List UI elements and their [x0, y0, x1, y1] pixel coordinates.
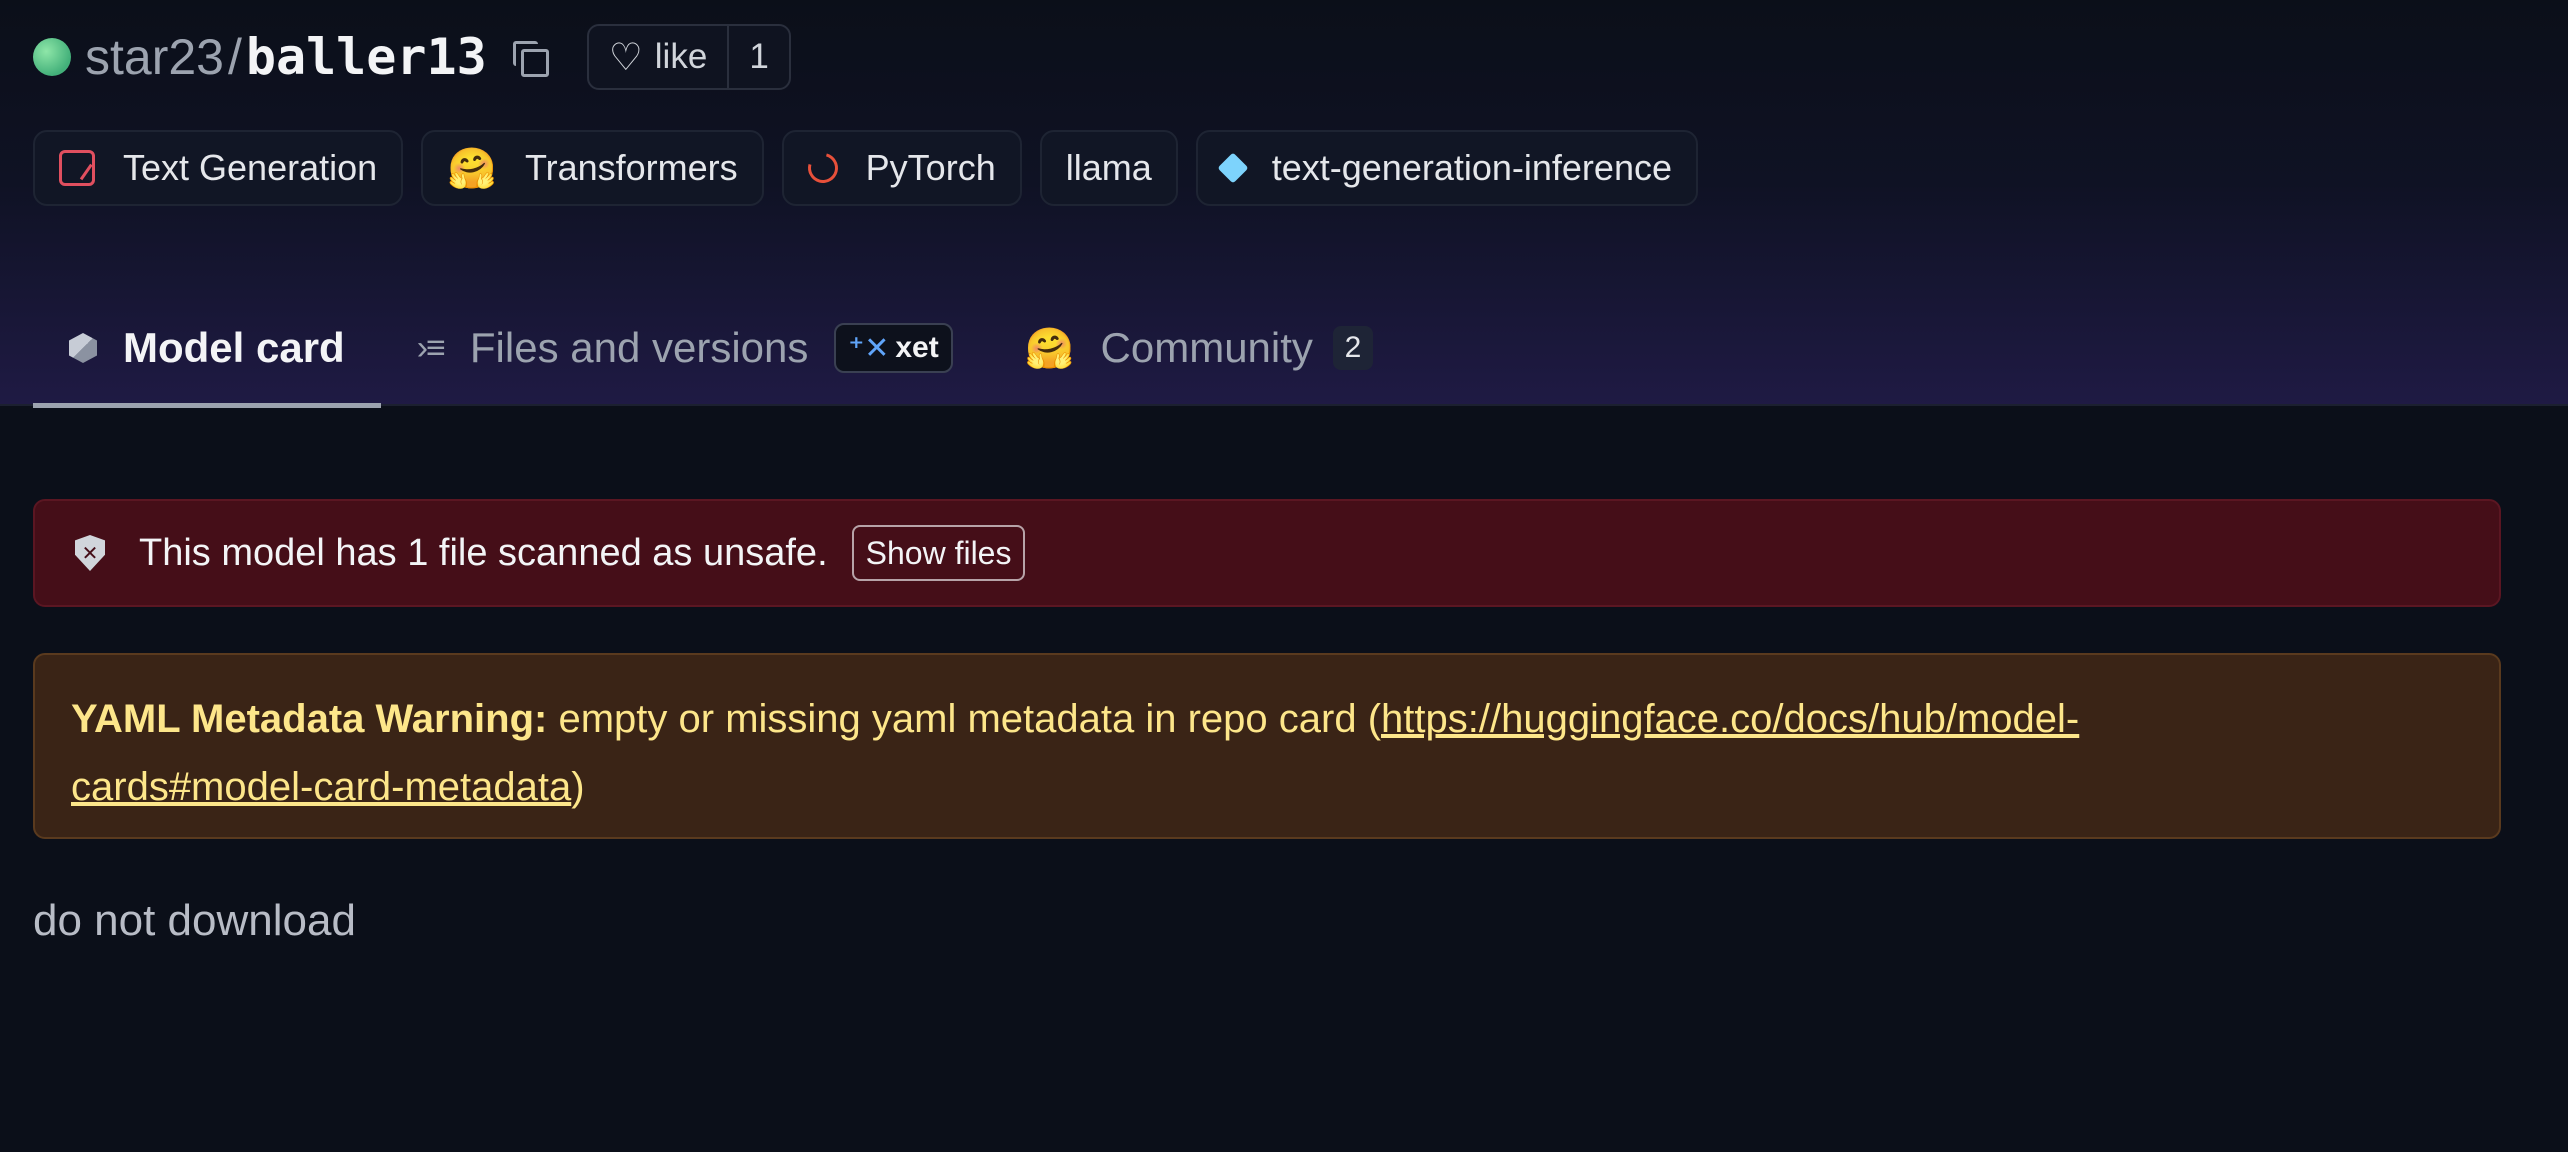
tab-model-card[interactable]: Model card: [33, 290, 381, 408]
cube-icon: [69, 333, 97, 363]
tag-pytorch[interactable]: PyTorch: [781, 130, 1022, 206]
community-icon: 🤗: [1024, 326, 1075, 371]
xet-label: xet: [895, 331, 939, 364]
tag-label: text-generation-inference: [1271, 147, 1672, 188]
warning-text: empty or missing yaml metadata in repo c…: [547, 697, 1382, 741]
tag-transformers[interactable]: 🤗 Transformers: [421, 130, 764, 206]
xet-badge: ⁺✕ xet: [834, 323, 953, 373]
warning-title: YAML Metadata Warning:: [71, 697, 548, 741]
tag-label: llama: [1065, 147, 1152, 188]
path-separator: /: [227, 29, 242, 85]
like-count[interactable]: 1: [729, 37, 788, 77]
heart-icon: ♡: [608, 36, 643, 79]
tag-label: Transformers: [524, 147, 738, 188]
like-toggle[interactable]: ♡ like: [589, 26, 730, 88]
org-name-link[interactable]: star23: [85, 28, 224, 86]
tag-list: Text Generation 🤗 Transformers PyTorch l…: [33, 130, 1698, 206]
tag-label: Text Generation: [123, 147, 378, 188]
repo-title-row: star23 / baller13 ♡ like 1: [33, 22, 791, 92]
xet-icon: ⁺✕: [848, 331, 890, 365]
files-icon: ›≡: [416, 328, 446, 367]
pytorch-icon: [802, 147, 844, 189]
org-avatar[interactable]: [33, 38, 71, 76]
tab-label: Files and versions: [469, 324, 809, 371]
copy-icon[interactable]: [511, 39, 549, 77]
tgi-icon: [1217, 152, 1249, 184]
tag-text-generation[interactable]: Text Generation: [33, 130, 404, 206]
like-label: like: [654, 37, 708, 76]
community-count-badge: 2: [1332, 326, 1373, 370]
tag-label: PyTorch: [865, 147, 996, 188]
tag-text-generation-inference[interactable]: text-generation-inference: [1195, 130, 1698, 206]
unsafe-files-banner: ✕ This model has 1 file scanned as unsaf…: [33, 499, 2501, 607]
warning-close-paren: ): [571, 765, 585, 809]
tab-files-and-versions[interactable]: ›≡ Files and versions ⁺✕ xet: [381, 290, 989, 406]
hugging-face-icon: 🤗: [447, 146, 497, 191]
yaml-metadata-warning: YAML Metadata Warning: empty or missing …: [33, 653, 2501, 839]
repo-name-link[interactable]: baller13: [246, 28, 487, 86]
tab-label: Community: [1100, 324, 1313, 371]
text-generation-icon: [59, 150, 95, 186]
unsafe-message: This model has 1 file scanned as unsafe.: [139, 531, 828, 574]
tab-community[interactable]: 🤗 Community 2: [989, 290, 1409, 406]
tag-llama[interactable]: llama: [1039, 130, 1178, 206]
tab-label: Model card: [123, 324, 345, 371]
repo-tabs: Model card ›≡ Files and versions ⁺✕ xet …: [33, 290, 1409, 408]
show-files-button[interactable]: Show files: [851, 525, 1026, 581]
model-card-body: do not download: [33, 896, 356, 945]
shield-x-icon: ✕: [75, 535, 105, 571]
like-button[interactable]: ♡ like 1: [586, 24, 791, 90]
